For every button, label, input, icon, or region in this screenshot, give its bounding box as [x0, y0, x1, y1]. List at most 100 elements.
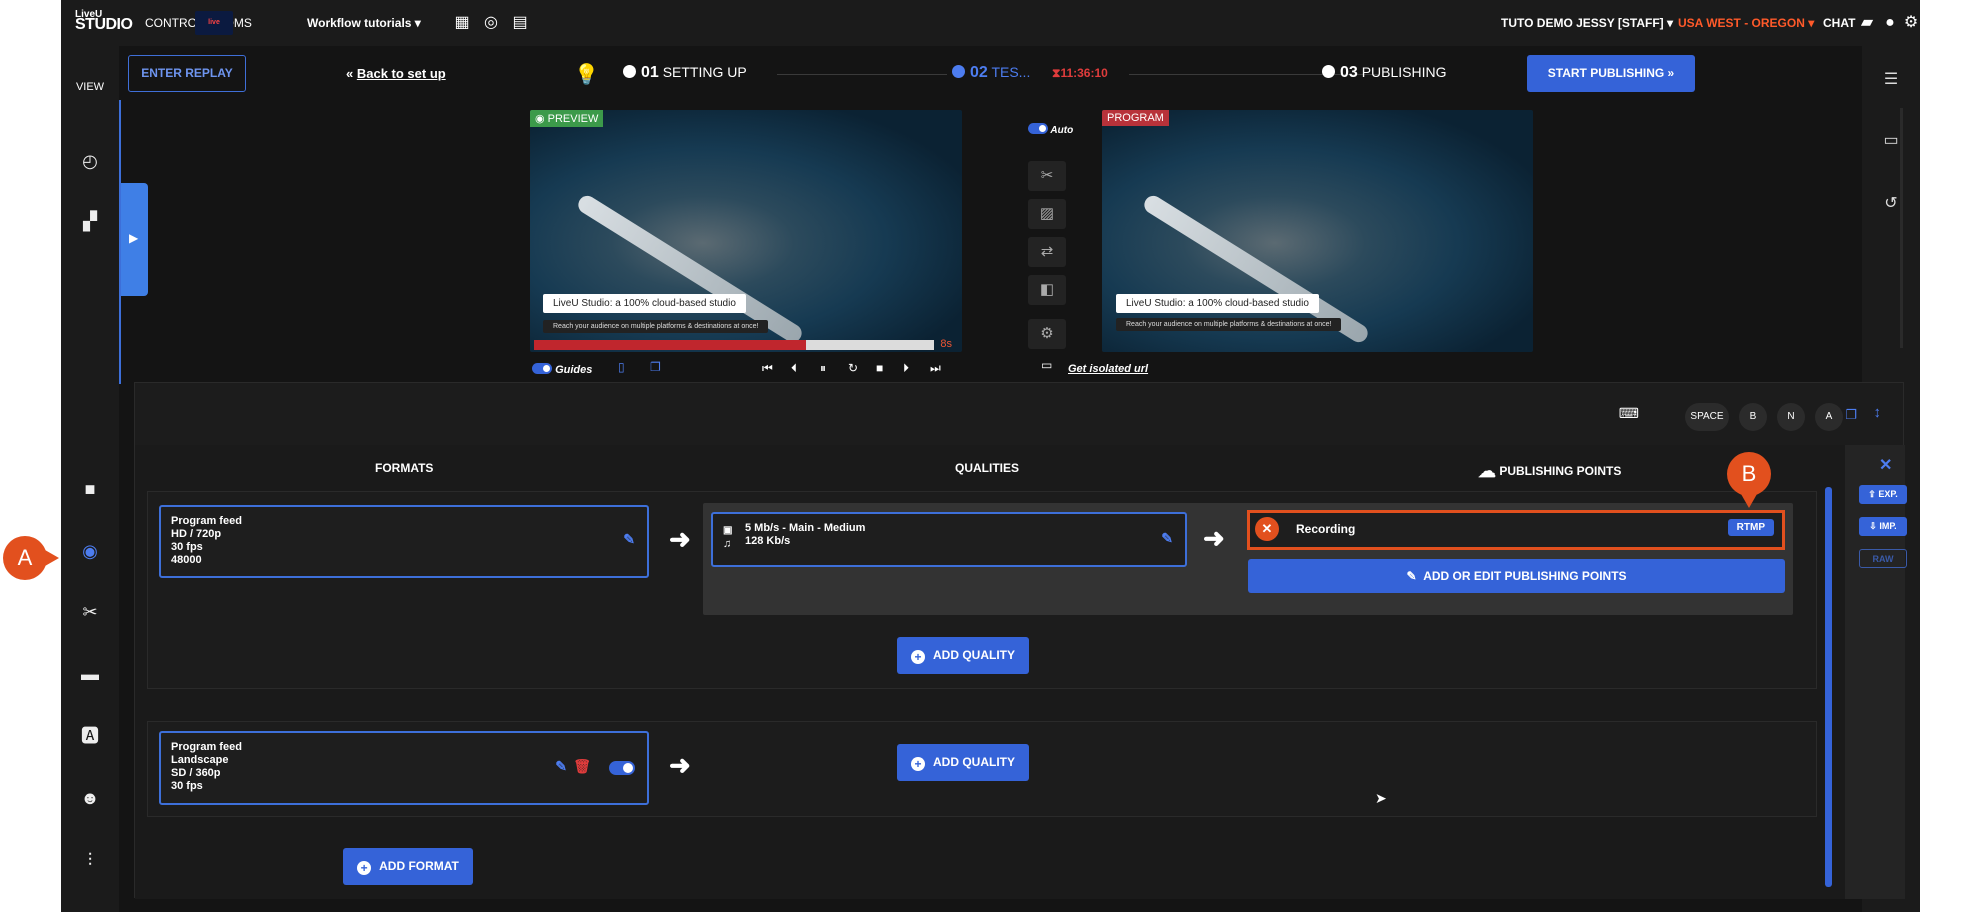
- close-icon[interactable]: ✕: [1879, 455, 1892, 475]
- copy-icon[interactable]: ❐: [1845, 407, 1857, 423]
- skip-forward-icon[interactable]: ⏭: [930, 361, 941, 376]
- add-quality-button[interactable]: + ADD QUALITY: [897, 637, 1029, 674]
- shortcut-key[interactable]: SPACE: [1685, 403, 1729, 431]
- recording-point-card[interactable]: ✕ Recording RTMP: [1247, 510, 1785, 550]
- layout-icon[interactable]: ▤: [511, 14, 529, 32]
- arrow-icon: ➜: [669, 750, 691, 780]
- preview-lower-third: LiveU Studio: a 100% cloud-based studio: [543, 294, 746, 313]
- raw-button[interactable]: RAW: [1859, 549, 1907, 568]
- pause-icon[interactable]: ⏸: [820, 361, 826, 376]
- edit-format-pencil-icon[interactable]: ✎: [555, 759, 567, 773]
- resize-vertical-icon[interactable]: ↕: [1874, 404, 1882, 421]
- start-publishing-button[interactable]: START PUBLISHING »: [1527, 55, 1695, 92]
- user-menu[interactable]: TUTO DEMO JESSY [STAFF] ▾: [1501, 16, 1673, 30]
- step-testing[interactable]: 02 TES...: [952, 64, 1030, 82]
- quality-card[interactable]: 5 Mb/s - Main - Medium 128 Kb/s ▣ ♫ ✎: [711, 512, 1187, 567]
- cut-transition-icon[interactable]: ✂: [1028, 161, 1066, 191]
- callout-a: A: [3, 536, 59, 580]
- edit-format-pencil-icon[interactable]: ✎: [623, 532, 635, 546]
- left-sidebar: VIEW ◴ ▞ ■ ◉ ✂ ▬ 🅰 ☻ ⫶: [61, 46, 119, 912]
- workflow-dropdown[interactable]: Workflow tutorials ▾: [307, 16, 421, 30]
- step-connector: [777, 74, 947, 75]
- back-to-setup-link[interactable]: « Back to set up: [346, 66, 446, 81]
- arrow-icon: ➜: [669, 524, 691, 554]
- add-format-button[interactable]: + ADD FORMAT: [343, 848, 473, 885]
- test-timer: ⧗11:36:10: [1052, 66, 1108, 80]
- prev-icon[interactable]: ⏴: [791, 361, 797, 376]
- fade-transition-icon[interactable]: ▨: [1028, 199, 1066, 229]
- chat-link[interactable]: CHAT: [1823, 16, 1855, 30]
- transition-settings-icon[interactable]: ⚙: [1028, 319, 1066, 349]
- add-edit-publishing-points-button[interactable]: ✎ ADD OR EDIT PUBLISHING POINTS: [1248, 559, 1785, 593]
- program-lower-subtitle: Reach your audience on multiple platform…: [1116, 318, 1342, 331]
- lightbulb-icon[interactable]: 💡: [574, 62, 599, 87]
- scissors-icon[interactable]: ✂: [61, 597, 119, 627]
- import-button[interactable]: ⇩ IMP.: [1859, 517, 1907, 536]
- preview-remaining: 8s: [940, 338, 952, 350]
- edit-quality-pencil-icon[interactable]: ✎: [1161, 531, 1173, 545]
- user-icon[interactable]: ●: [1881, 14, 1899, 32]
- format-card-hd[interactable]: Program feed HD / 720p 30 fps 48000 ✎: [159, 505, 649, 578]
- monitor-icon: ▭: [1041, 358, 1053, 372]
- panel-list-icon[interactable]: ☰: [1862, 68, 1920, 92]
- mouse-cursor: ➤: [1375, 790, 1387, 806]
- stinger-icon[interactable]: ◧: [1028, 275, 1066, 305]
- skip-back-icon[interactable]: ⏮: [762, 361, 773, 376]
- shortcut-key[interactable]: N: [1777, 403, 1805, 431]
- next-icon[interactable]: ⏵: [903, 361, 909, 376]
- arrow-icon: ➜: [1203, 523, 1225, 553]
- studio-app: LiveU STUDIO CONTROL ROOMS live Workflow…: [61, 0, 1920, 912]
- text-overlay-icon[interactable]: 🅰: [61, 721, 119, 751]
- media-card-icon[interactable]: ▭: [1862, 129, 1920, 153]
- camera-icon[interactable]: ■: [61, 474, 119, 504]
- region-dropdown[interactable]: USA WEST - OREGON ▾: [1678, 16, 1814, 30]
- support-icon[interactable]: ◎: [482, 14, 500, 32]
- mobile-view-icon[interactable]: ▯: [618, 360, 625, 374]
- auto-toggle[interactable]: Auto: [1028, 123, 1108, 136]
- preview-progress-fill: [534, 340, 806, 350]
- enter-replay-button[interactable]: ENTER REPLAY: [128, 55, 246, 92]
- add-quality-button[interactable]: + ADD QUALITY: [897, 744, 1029, 781]
- shortcut-key[interactable]: A: [1815, 403, 1843, 431]
- guests-icon[interactable]: ☻: [61, 783, 119, 813]
- sidebar-expand-tab[interactable]: ▶: [121, 183, 148, 296]
- export-button[interactable]: ⇪ EXP.: [1859, 485, 1907, 504]
- keyboard-icon[interactable]: ▬: [61, 659, 119, 689]
- dashboard-gauge-icon[interactable]: ◴: [61, 146, 119, 176]
- format-enabled-toggle[interactable]: [609, 761, 635, 775]
- grid-layout-icon[interactable]: ▞: [61, 206, 119, 236]
- liveu-logo: LiveU STUDIO: [75, 9, 133, 33]
- recording-point-name: Recording: [1296, 522, 1356, 536]
- preview-progress-bar[interactable]: 8s: [534, 338, 952, 350]
- settings-icon[interactable]: ⚙: [1902, 14, 1920, 32]
- scrollbar[interactable]: [1825, 487, 1832, 887]
- history-undo-icon[interactable]: ↺: [1862, 192, 1920, 216]
- remove-point-icon[interactable]: ✕: [1255, 517, 1279, 541]
- guides-toggle[interactable]: Guides: [532, 363, 592, 376]
- view-label: VIEW: [75, 81, 105, 93]
- formats-header: FORMATS: [375, 461, 434, 475]
- swap-icon[interactable]: ⇄: [1028, 237, 1066, 267]
- publishing-points-header: ☁ PUBLISHING POINTS: [1478, 461, 1622, 481]
- step-publishing[interactable]: 03 PUBLISHING: [1322, 64, 1447, 82]
- format-row-1: Program feed HD / 720p 30 fps 48000 ✎ ➜ …: [147, 491, 1817, 689]
- shortcut-key[interactable]: B: [1739, 403, 1767, 431]
- mixer-sliders-icon[interactable]: ⫶: [61, 845, 119, 875]
- step-setting-up[interactable]: 01 SETTING UP: [623, 64, 747, 82]
- stop-icon[interactable]: ■: [876, 361, 883, 375]
- multiview-icon[interactable]: ❐: [650, 360, 661, 374]
- calendar-icon[interactable]: ▦: [453, 14, 471, 32]
- trash-icon[interactable]: 🗑: [573, 759, 591, 773]
- audio-meter: [1900, 108, 1903, 348]
- replay-icon[interactable]: ↻: [848, 361, 858, 375]
- format-card-sd[interactable]: Program feed Landscape SD / 360p 30 fps …: [159, 731, 649, 805]
- cloud-upload-icon: ☁: [1478, 461, 1496, 481]
- broadcast-icon[interactable]: ◉: [61, 536, 119, 566]
- program-lower-third: LiveU Studio: a 100% cloud-based studio: [1116, 294, 1319, 313]
- keyboard-shortcuts-icon[interactable]: ⌨: [1619, 405, 1639, 422]
- preview-tag: ◉ PREVIEW: [530, 110, 604, 127]
- preview-monitor[interactable]: ◉ PREVIEW LiveU Studio: a 100% cloud-bas…: [530, 110, 962, 352]
- export-sidebar: ✕ ⇪ EXP. ⇩ IMP. RAW: [1845, 445, 1907, 899]
- isolated-url-link[interactable]: Get isolated url: [1068, 363, 1148, 375]
- chat-bubble-icon[interactable]: ▰: [1858, 14, 1876, 32]
